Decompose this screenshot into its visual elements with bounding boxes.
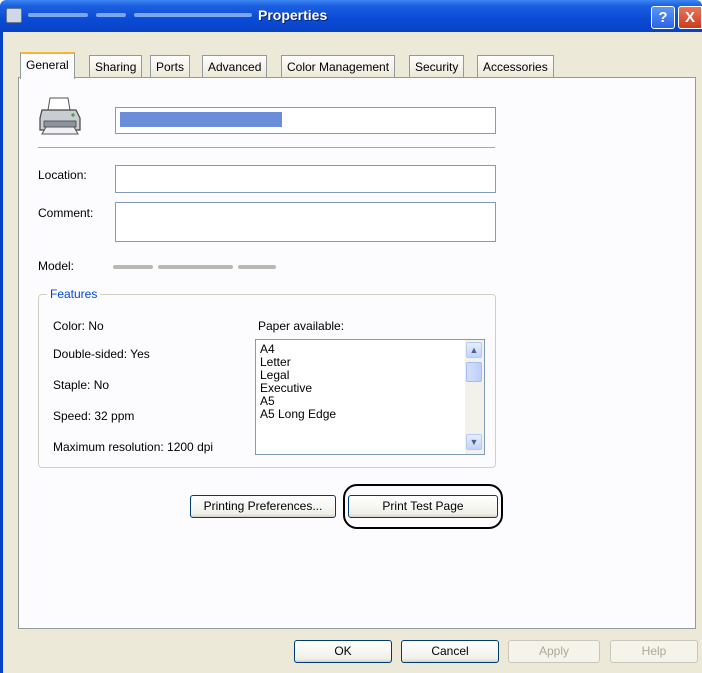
tab-color-management[interactable]: Color Management [281,55,396,77]
tab-general[interactable]: General [20,52,75,79]
location-label: Location: [38,168,87,182]
speed-value: Speed: 32 ppm [53,409,135,423]
redacted-title-text [134,13,252,17]
paper-available-label: Paper available: [258,319,345,333]
list-item[interactable]: A5 Long Edge [260,408,336,421]
staple-value: Staple: No [53,378,110,392]
comment-field[interactable] [115,202,496,242]
scrollbar-thumb[interactable] [466,362,482,382]
redacted-title-text [96,13,126,17]
callout-highlight [343,484,503,529]
redacted-title-text [28,13,88,17]
apply-button[interactable]: Apply [508,640,600,663]
color-value: Color: No [53,319,104,333]
help-icon[interactable]: ? [651,6,675,29]
scroll-down-icon[interactable]: ▼ [466,434,482,450]
help-button[interactable]: Help [610,640,698,663]
separator [38,147,495,148]
redacted-model-text [158,265,233,269]
window-title: Properties [258,7,328,23]
location-field[interactable] [115,165,496,193]
ok-button[interactable]: OK [294,640,392,663]
paper-available-list[interactable]: A4 Letter Legal Executive A5 A5 Long Edg… [255,339,485,455]
tab-security[interactable]: Security [409,55,465,77]
double-sided-value: Double-sided: Yes [53,347,150,361]
scroll-up-icon[interactable]: ▲ [466,342,482,358]
cancel-button[interactable]: Cancel [401,640,499,663]
printer-name-field[interactable] [115,107,496,134]
redacted-printer-name [120,112,282,127]
features-legend: Features [47,287,101,301]
printer-icon [39,97,81,135]
tab-ports[interactable]: Ports [150,55,191,77]
paper-list-scrollbar[interactable]: ▲ ▼ [465,340,484,454]
title-bar[interactable]: Properties ? X [0,0,702,32]
tab-accessories[interactable]: Accessories [477,55,554,77]
max-resolution-value: Maximum resolution: 1200 dpi [53,440,214,454]
comment-label: Comment: [38,206,94,220]
tab-sharing[interactable]: Sharing [89,55,143,77]
close-icon[interactable]: X [678,6,702,29]
redacted-model-text [238,265,276,269]
model-label: Model: [38,259,75,273]
printing-preferences-button[interactable]: Printing Preferences... [190,495,336,518]
redacted-model-text [113,265,153,269]
window-printer-icon [6,8,22,23]
tab-advanced[interactable]: Advanced [202,55,268,77]
